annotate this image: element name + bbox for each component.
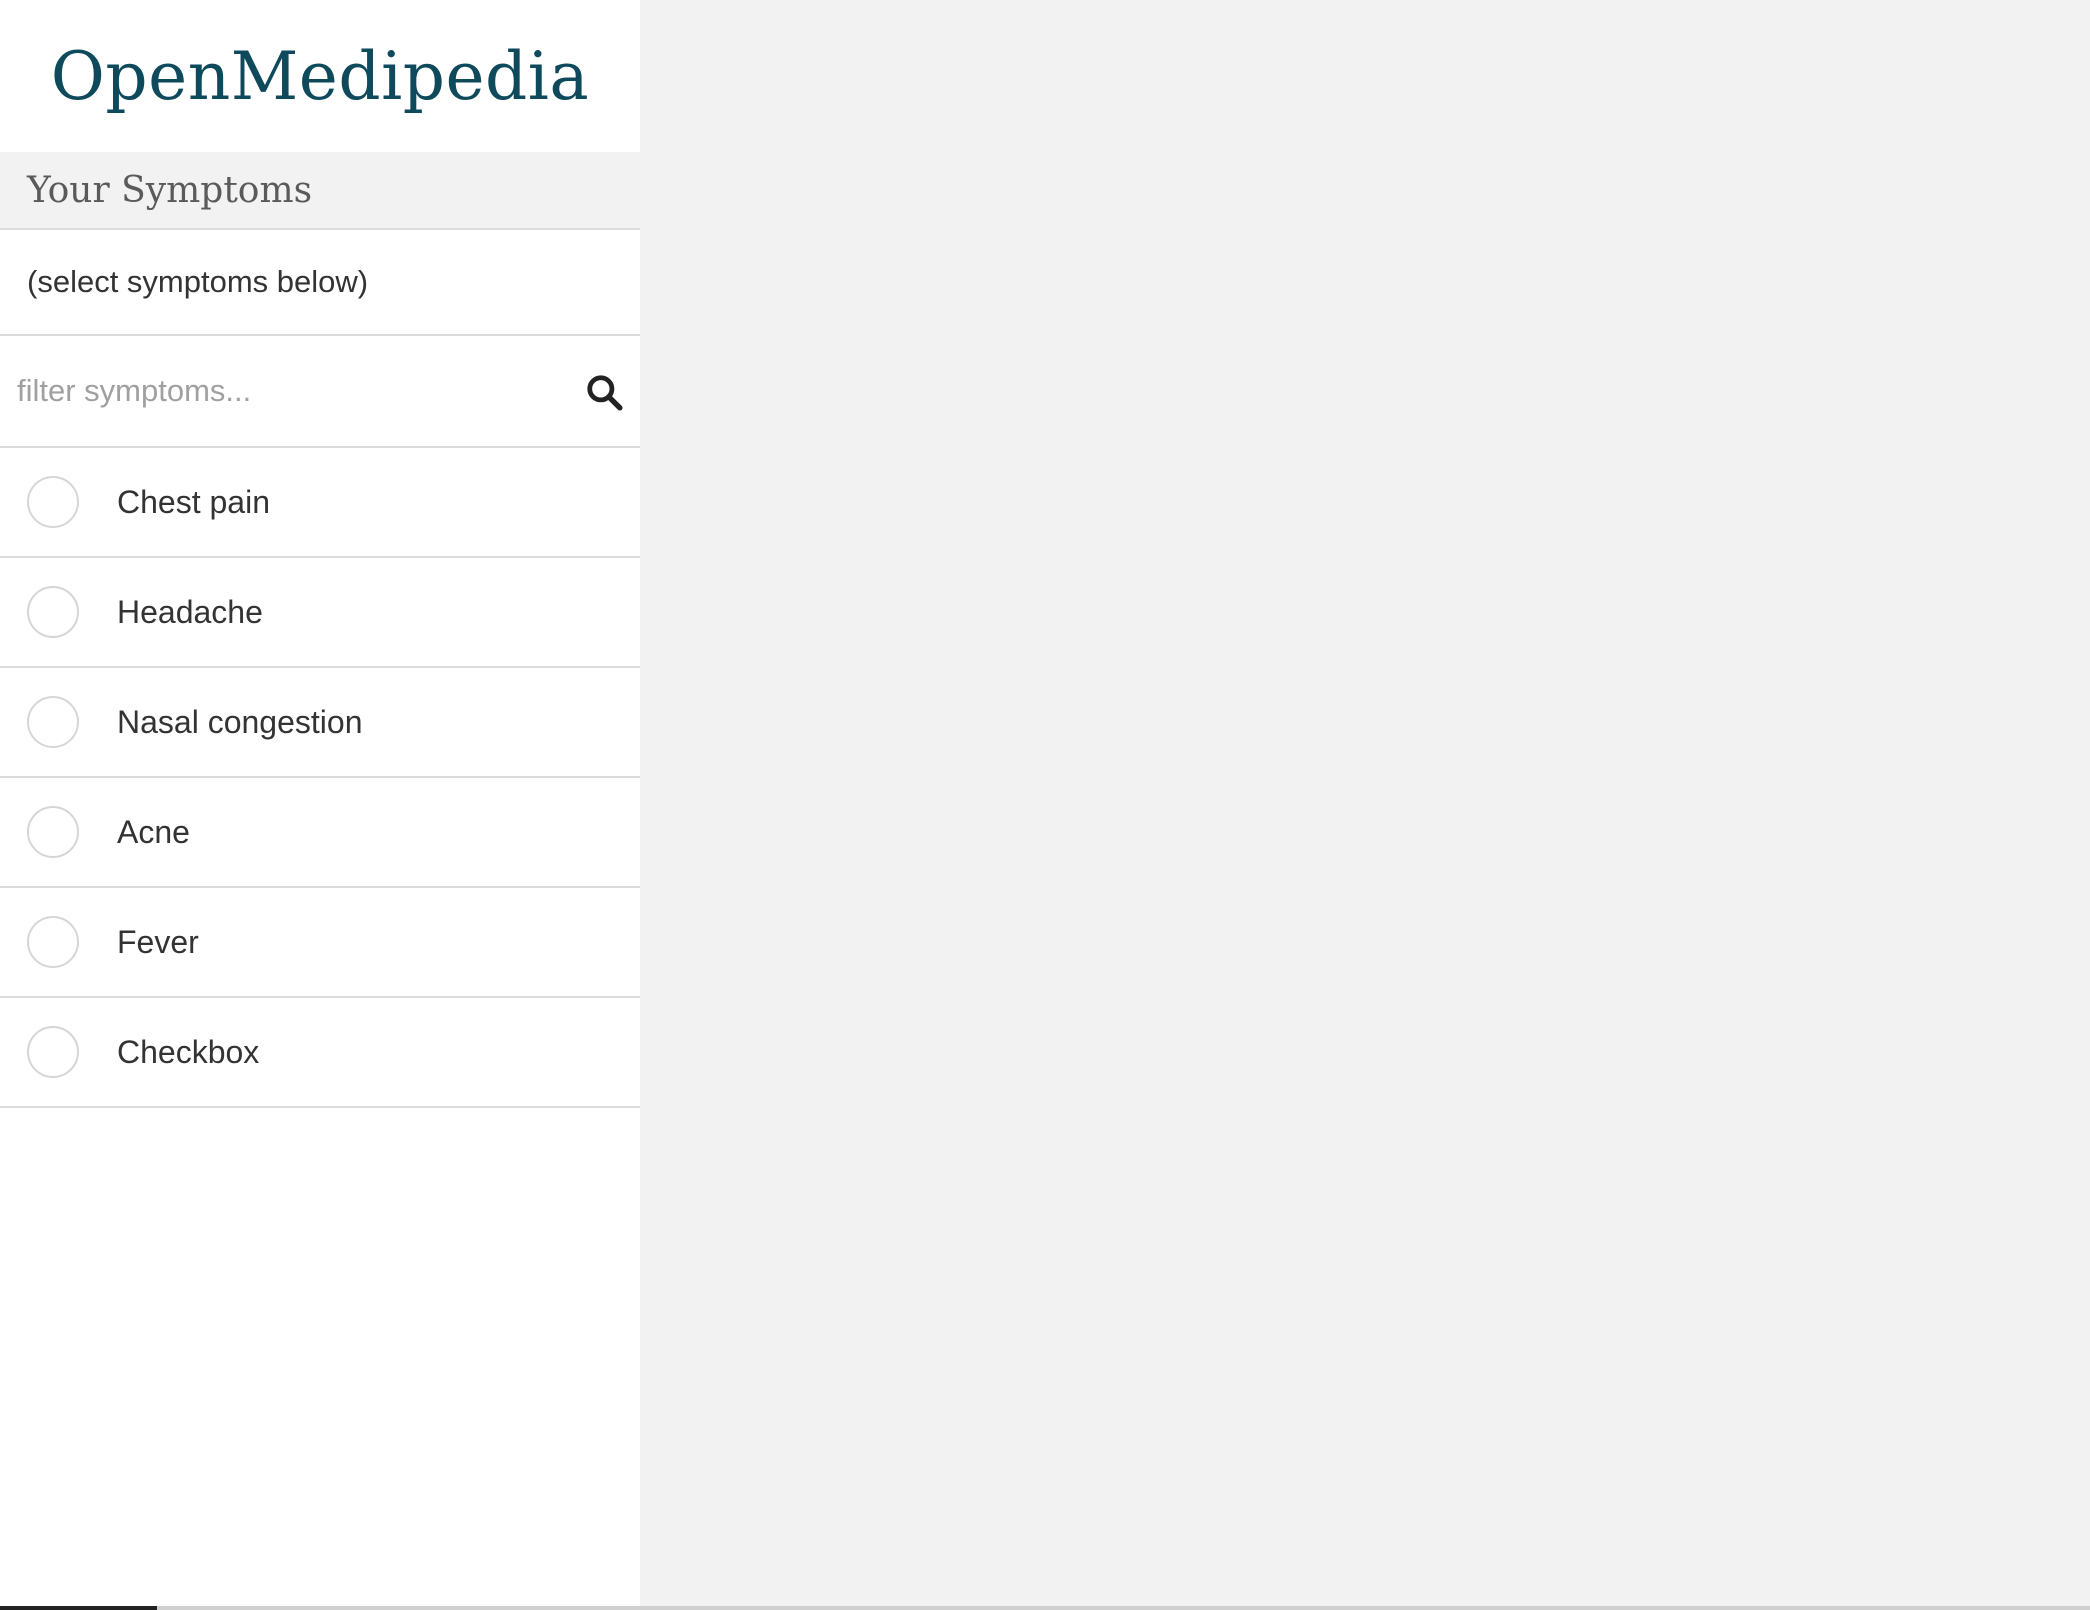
symptom-radio[interactable]	[27, 1026, 79, 1078]
symptom-radio[interactable]	[27, 586, 79, 638]
symptom-item-headache[interactable]: Headache	[0, 558, 640, 668]
symptom-label: Nasal congestion	[117, 703, 363, 740]
brand-logo[interactable]: OpenMedipedia	[0, 0, 640, 152]
symptom-label: Acne	[117, 813, 190, 850]
symptom-item-fever[interactable]: Fever	[0, 888, 640, 998]
loading-progress-bar	[0, 1606, 2090, 1610]
symptom-item-acne[interactable]: Acne	[0, 778, 640, 888]
symptom-radio[interactable]	[27, 806, 79, 858]
symptom-list: Chest pain Headache Nasal congestion Acn…	[0, 448, 640, 1108]
symptom-item-chest-pain[interactable]: Chest pain	[0, 448, 640, 558]
filter-row	[0, 336, 640, 448]
symptom-label: Headache	[117, 593, 263, 630]
symptom-radio[interactable]	[27, 916, 79, 968]
app-root: OpenMedipedia Your Symptoms (select symp…	[0, 0, 2090, 1610]
symptom-item-nasal-congestion[interactable]: Nasal congestion	[0, 668, 640, 778]
main-content-area	[640, 0, 2090, 1610]
symptom-radio[interactable]	[27, 476, 79, 528]
selected-symptoms-summary: (select symptoms below)	[0, 230, 640, 336]
search-icon[interactable]	[585, 373, 623, 411]
symptom-item-checkbox[interactable]: Checkbox	[0, 998, 640, 1108]
loading-progress-fill	[0, 1606, 157, 1610]
symptom-label: Checkbox	[117, 1033, 260, 1070]
section-title: Your Symptoms	[0, 152, 640, 230]
sidebar: OpenMedipedia Your Symptoms (select symp…	[0, 0, 640, 1610]
symptom-radio[interactable]	[27, 696, 79, 748]
symptom-label: Chest pain	[117, 483, 270, 520]
filter-symptoms-input[interactable]	[0, 336, 540, 446]
symptom-label: Fever	[117, 923, 199, 960]
